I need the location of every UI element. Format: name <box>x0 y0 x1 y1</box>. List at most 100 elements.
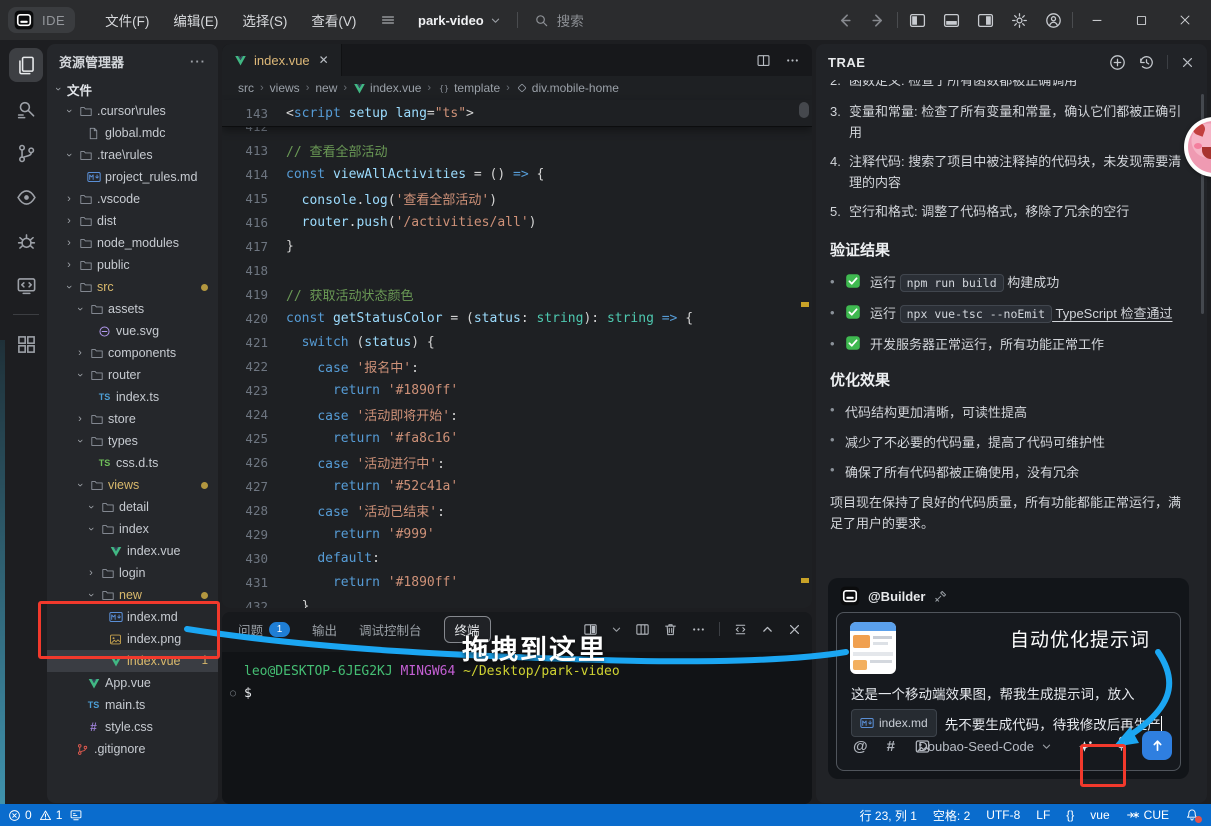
close-trae-icon[interactable] <box>1180 55 1195 70</box>
tree-item-index.png[interactable]: index.png <box>47 628 218 650</box>
send-button[interactable] <box>1142 731 1172 760</box>
tree-item-new[interactable]: ›new <box>47 584 218 606</box>
toggle-sidebar-button[interactable] <box>902 5 932 35</box>
language-mode[interactable]: vue <box>1090 808 1109 822</box>
breadcrumb-new[interactable]: new <box>315 81 337 95</box>
model-selector[interactable]: Doubao-Seed-Code <box>918 731 1052 761</box>
activity-bar-debug[interactable] <box>9 224 43 258</box>
tree-item-index.md[interactable]: index.md <box>47 606 218 628</box>
maximize-panel-icon[interactable] <box>761 623 774 636</box>
app-logo-chip[interactable]: IDE <box>8 7 75 33</box>
tools-icon[interactable] <box>933 589 948 604</box>
tree-item-index.vue[interactable]: index.vue1 <box>47 650 218 672</box>
window-close-button[interactable] <box>1165 0 1205 40</box>
tree-item-components[interactable]: ›components <box>47 342 218 364</box>
tree-item-index[interactable]: ›index <box>47 518 218 540</box>
attached-image-thumbnail[interactable] <box>850 622 896 674</box>
tab-output[interactable]: 输出 <box>312 620 337 639</box>
tree-item-vue.svg[interactable]: vue.svg <box>47 320 218 342</box>
tree-item---[interactable]: ›文件 <box>47 78 218 100</box>
tree-item-store[interactable]: ›store <box>47 408 218 430</box>
tree-item-types[interactable]: ›types <box>47 430 218 452</box>
breadcrumb-index.vue[interactable]: index.vue <box>353 81 421 95</box>
tree-item-css.d.ts[interactable]: TScss.d.ts <box>47 452 218 474</box>
panel-layout-icon[interactable] <box>635 622 650 637</box>
settings-gear-icon[interactable] <box>1004 5 1034 35</box>
toggle-panel-button[interactable] <box>936 5 966 35</box>
kill-terminal-icon[interactable] <box>663 622 678 637</box>
editor-more-icon[interactable] <box>785 53 800 68</box>
tree-item-node-modules[interactable]: ›node_modules <box>47 232 218 254</box>
activity-bar-explorer[interactable] <box>9 48 43 82</box>
tab-index-vue[interactable]: index.vue ✕ <box>222 44 342 76</box>
hamburger-menu-icon[interactable] <box>380 12 396 28</box>
tree-item-.gitignore[interactable]: .gitignore <box>47 738 218 760</box>
errors-indicator[interactable]: 0 <box>8 808 32 822</box>
chat-input-box[interactable]: 自动优化提示词 这是一个移动端效果图，帮我生成提示词，放入 index.md先不… <box>836 612 1181 771</box>
split-editor-icon[interactable] <box>756 53 771 68</box>
indentation[interactable]: 空格: 2 <box>933 807 970 824</box>
warnings-indicator[interactable]: 1 <box>39 808 63 822</box>
tree-item-index.ts[interactable]: TSindex.ts <box>47 386 218 408</box>
mic-button[interactable] <box>1113 735 1130 752</box>
tree-item-global.mdc[interactable]: global.mdc <box>47 122 218 144</box>
tab-debug-console[interactable]: 调试控制台 <box>359 620 422 639</box>
tree-item-index.vue[interactable]: index.vue <box>47 540 218 562</box>
breadcrumb-views[interactable]: views <box>270 81 300 95</box>
cursor-position[interactable]: 行 23, 列 1 <box>860 807 917 824</box>
cue-indicator[interactable]: CUE <box>1126 808 1169 822</box>
encoding[interactable]: UTF-8 <box>986 808 1020 822</box>
tree-item-dist[interactable]: ›dist <box>47 210 218 232</box>
chat-input-text[interactable]: 这是一个移动端效果图，帮我生成提示词，放入 index.md先不要生成代码，待我… <box>851 681 1166 739</box>
move-panel-icon[interactable] <box>733 622 748 637</box>
tree-item-public[interactable]: ›public <box>47 254 218 276</box>
tree-item-style.css[interactable]: #style.css <box>47 716 218 738</box>
new-chat-icon[interactable] <box>1109 54 1126 71</box>
mention-icon[interactable]: @ <box>853 738 868 755</box>
activity-bar-extensions[interactable] <box>9 327 43 361</box>
tree-item-.trae-rules[interactable]: ›.trae\rules <box>47 144 218 166</box>
eol[interactable]: LF <box>1036 808 1050 822</box>
notifications-bell[interactable] <box>1185 808 1199 822</box>
tree-item-detail[interactable]: ›detail <box>47 496 218 518</box>
window-maximize-button[interactable] <box>1121 0 1161 40</box>
chevron-down-icon[interactable] <box>611 624 622 635</box>
auto-prompt-sparkle-button[interactable] <box>1074 736 1096 758</box>
close-panel-icon[interactable] <box>787 622 802 637</box>
activity-bar-search[interactable] <box>9 92 43 126</box>
tree-item-assets[interactable]: ›assets <box>47 298 218 320</box>
menu-item-0[interactable]: 文件(F) <box>95 6 159 34</box>
builder-mention[interactable]: @Builder <box>868 589 925 604</box>
tree-item-.cursor-rules[interactable]: ›.cursor\rules <box>47 100 218 122</box>
tree-item-project-rules.md[interactable]: project_rules.md <box>47 166 218 188</box>
menu-item-3[interactable]: 查看(V) <box>301 6 366 34</box>
history-icon[interactable] <box>1138 54 1155 71</box>
activity-bar-preview[interactable] <box>9 180 43 214</box>
account-icon[interactable] <box>1038 5 1068 35</box>
menu-item-1[interactable]: 编辑(E) <box>163 6 228 34</box>
tree-item-router[interactable]: ›router <box>47 364 218 386</box>
tree-item-.vscode[interactable]: ›.vscode <box>47 188 218 210</box>
activity-bar-source-control[interactable] <box>9 136 43 170</box>
tree-item-App.vue[interactable]: App.vue <box>47 672 218 694</box>
tree-item-views[interactable]: ›views <box>47 474 218 496</box>
tree-item-main.ts[interactable]: TSmain.ts <box>47 694 218 716</box>
breadcrumb-div.mobile-home[interactable]: div.mobile-home <box>516 81 619 95</box>
terminal-output[interactable]: leo@DESKTOP-6JEG2KJ MINGW64 ~/Desktop/pa… <box>222 652 812 804</box>
project-selector[interactable]: park-video <box>418 13 501 28</box>
tree-item-login[interactable]: ›login <box>47 562 218 584</box>
activity-bar-remote[interactable] <box>9 268 43 302</box>
panel-more-icon[interactable] <box>691 622 706 637</box>
editor-scrollbar[interactable] <box>799 102 809 604</box>
tree-item-src[interactable]: ›src <box>47 276 218 298</box>
nav-forward-button[interactable] <box>863 5 893 35</box>
explorer-more-icon[interactable]: ··· <box>190 54 206 69</box>
window-minimize-button[interactable] <box>1077 0 1117 40</box>
tab-problems[interactable]: 问题1 <box>238 620 290 639</box>
breadcrumb-template[interactable]: {}template <box>437 81 500 95</box>
braces-indicator[interactable]: {} <box>1066 808 1074 822</box>
menu-item-2[interactable]: 选择(S) <box>232 6 297 34</box>
tab-close-icon[interactable]: ✕ <box>319 53 329 67</box>
toggle-secondary-sidebar-button[interactable] <box>970 5 1000 35</box>
search-box[interactable]: 搜索 <box>534 10 584 30</box>
